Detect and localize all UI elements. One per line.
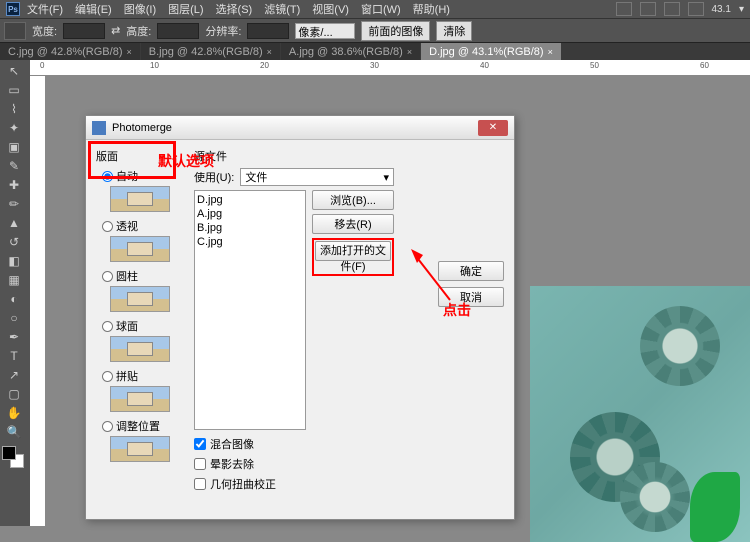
radio-spherical[interactable]: 球面 [102, 318, 186, 334]
menu-view[interactable]: 视图(V) [307, 0, 354, 19]
menu-edit[interactable]: 编辑(E) [70, 0, 117, 19]
close-icon[interactable]: × [407, 47, 412, 57]
layout-thumb-cyl [110, 286, 170, 312]
document-image [530, 286, 750, 542]
crop-tool-icon[interactable] [4, 22, 26, 40]
layout-thumb-repo [110, 436, 170, 462]
layout-column: 版面 自动 透视 圆柱 球面 拼贴 调整位置 [96, 148, 186, 510]
radio-cylindrical[interactable]: 圆柱 [102, 268, 186, 284]
dialog-titlebar[interactable]: Photomerge ✕ [86, 116, 514, 140]
ruler-vertical [30, 76, 46, 526]
vignette-checkbox[interactable]: 晕影去除 [194, 456, 394, 472]
ruler-horizontal: 0102030405060 [30, 60, 750, 76]
menu-filter[interactable]: 滤镜(T) [259, 0, 305, 19]
tab-d[interactable]: D.jpg @ 43.1%(RGB/8)× [421, 43, 561, 60]
layout-thumb-sph [110, 336, 170, 362]
remove-button[interactable]: 移去(R) [312, 214, 394, 234]
add-open-files-button[interactable]: 添加打开的文件(F) [315, 241, 391, 261]
menu-image[interactable]: 图像(I) [119, 0, 161, 19]
hand-tool-icon[interactable]: ✋ [2, 404, 26, 422]
clear-button[interactable]: 清除 [436, 21, 472, 41]
crop-tool-icon[interactable]: ▣ [2, 138, 26, 156]
shape-tool-icon[interactable]: ▢ [2, 385, 26, 403]
marquee-tool-icon[interactable]: ▭ [2, 81, 26, 99]
front-image-button[interactable]: 前面的图像 [361, 21, 430, 41]
file-list[interactable]: D.jpg A.jpg B.jpg C.jpg [194, 190, 306, 430]
annotation-text: 默认选项 [158, 151, 214, 171]
list-item[interactable]: A.jpg [197, 207, 303, 221]
brush-tool-icon[interactable]: ✏ [2, 195, 26, 213]
radio-reposition[interactable]: 调整位置 [102, 418, 186, 434]
eraser-tool-icon[interactable]: ◧ [2, 252, 26, 270]
color-swatch[interactable] [2, 446, 24, 468]
menubar: Ps 文件(F) 编辑(E) 图像(I) 图层(L) 选择(S) 滤镜(T) 视… [0, 0, 750, 18]
path-tool-icon[interactable]: ↗ [2, 366, 26, 384]
document-tabs: C.jpg @ 42.8%(RGB/8)× B.jpg @ 42.8%(RGB/… [0, 42, 750, 60]
layout-thumb-persp [110, 236, 170, 262]
res-input[interactable] [247, 23, 289, 39]
annotation-text: 点击 [443, 300, 471, 320]
close-button[interactable]: ✕ [478, 120, 508, 136]
zoom-tool-icon[interactable]: 🔍 [2, 423, 26, 441]
zoom-value[interactable]: 43.1 [712, 4, 731, 15]
heal-tool-icon[interactable]: ✚ [2, 176, 26, 194]
close-icon[interactable]: × [267, 47, 272, 57]
dodge-tool-icon[interactable]: ○ [2, 309, 26, 327]
close-icon[interactable]: × [127, 47, 132, 57]
use-label: 使用(U): [194, 169, 234, 185]
tab-a[interactable]: A.jpg @ 38.6%(RGB/8)× [281, 43, 420, 60]
tab-c[interactable]: C.jpg @ 42.8%(RGB/8)× [0, 43, 140, 60]
ok-button[interactable]: 确定 [438, 261, 504, 281]
history-tool-icon[interactable]: ↺ [2, 233, 26, 251]
source-column: 源文件 使用(U): 文件▾ D.jpg A.jpg B.jpg C.jpg 浏… [194, 148, 394, 510]
screen-mode-icon[interactable] [664, 2, 680, 16]
source-label: 源文件 [194, 148, 394, 164]
layout-thumb-collage [110, 386, 170, 412]
browse-button[interactable]: 浏览(B)... [312, 190, 394, 210]
menu-select[interactable]: 选择(S) [211, 0, 258, 19]
list-item[interactable]: C.jpg [197, 235, 303, 249]
move-tool-icon[interactable]: ↖ [2, 62, 26, 80]
blend-checkbox[interactable]: 混合图像 [194, 436, 394, 452]
height-label: 高度: [126, 23, 151, 39]
options-bar: 宽度: ⇄ 高度: 分辨率: 像素/... 前面的图像 清除 [0, 18, 750, 42]
width-label: 宽度: [32, 23, 57, 39]
mb-icon[interactable] [616, 2, 632, 16]
menu-help[interactable]: 帮助(H) [408, 0, 455, 19]
ps-logo: Ps [6, 2, 20, 16]
wand-tool-icon[interactable]: ✦ [2, 119, 26, 137]
gradient-tool-icon[interactable]: ▦ [2, 271, 26, 289]
layout-thumb-auto [110, 186, 170, 212]
type-tool-icon[interactable]: T [2, 347, 26, 365]
radio-perspective[interactable]: 透视 [102, 218, 186, 234]
close-icon[interactable]: × [548, 47, 553, 57]
dialog-title: Photomerge [112, 122, 172, 134]
width-input[interactable] [63, 23, 105, 39]
menu-layer[interactable]: 图层(L) [163, 0, 208, 19]
stamp-tool-icon[interactable]: ▲ [2, 214, 26, 232]
tool-palette: ↖ ▭ ⌇ ✦ ▣ ✎ ✚ ✏ ▲ ↺ ◧ ▦ ◐ ○ ✒ T ↗ ▢ ✋ 🔍 [0, 60, 30, 526]
chevron-down-icon: ▾ [383, 171, 389, 184]
tab-b[interactable]: B.jpg @ 42.8%(RGB/8)× [141, 43, 280, 60]
menu-window[interactable]: 窗口(W) [356, 0, 406, 19]
res-label: 分辨率: [205, 23, 241, 39]
eyedropper-tool-icon[interactable]: ✎ [2, 157, 26, 175]
unit-select[interactable]: 像素/... [295, 23, 355, 39]
menu-file[interactable]: 文件(F) [22, 0, 68, 19]
list-item[interactable]: B.jpg [197, 221, 303, 235]
pen-tool-icon[interactable]: ✒ [2, 328, 26, 346]
lasso-tool-icon[interactable]: ⌇ [2, 100, 26, 118]
list-item[interactable]: D.jpg [197, 193, 303, 207]
geo-checkbox[interactable]: 几何扭曲校正 [194, 476, 394, 492]
use-select[interactable]: 文件▾ [240, 168, 394, 186]
radio-collage[interactable]: 拼贴 [102, 368, 186, 384]
mb-icon[interactable] [640, 2, 656, 16]
screen-mode-icon[interactable] [688, 2, 704, 16]
height-input[interactable] [157, 23, 199, 39]
dialog-icon [92, 121, 106, 135]
blur-tool-icon[interactable]: ◐ [2, 290, 26, 308]
